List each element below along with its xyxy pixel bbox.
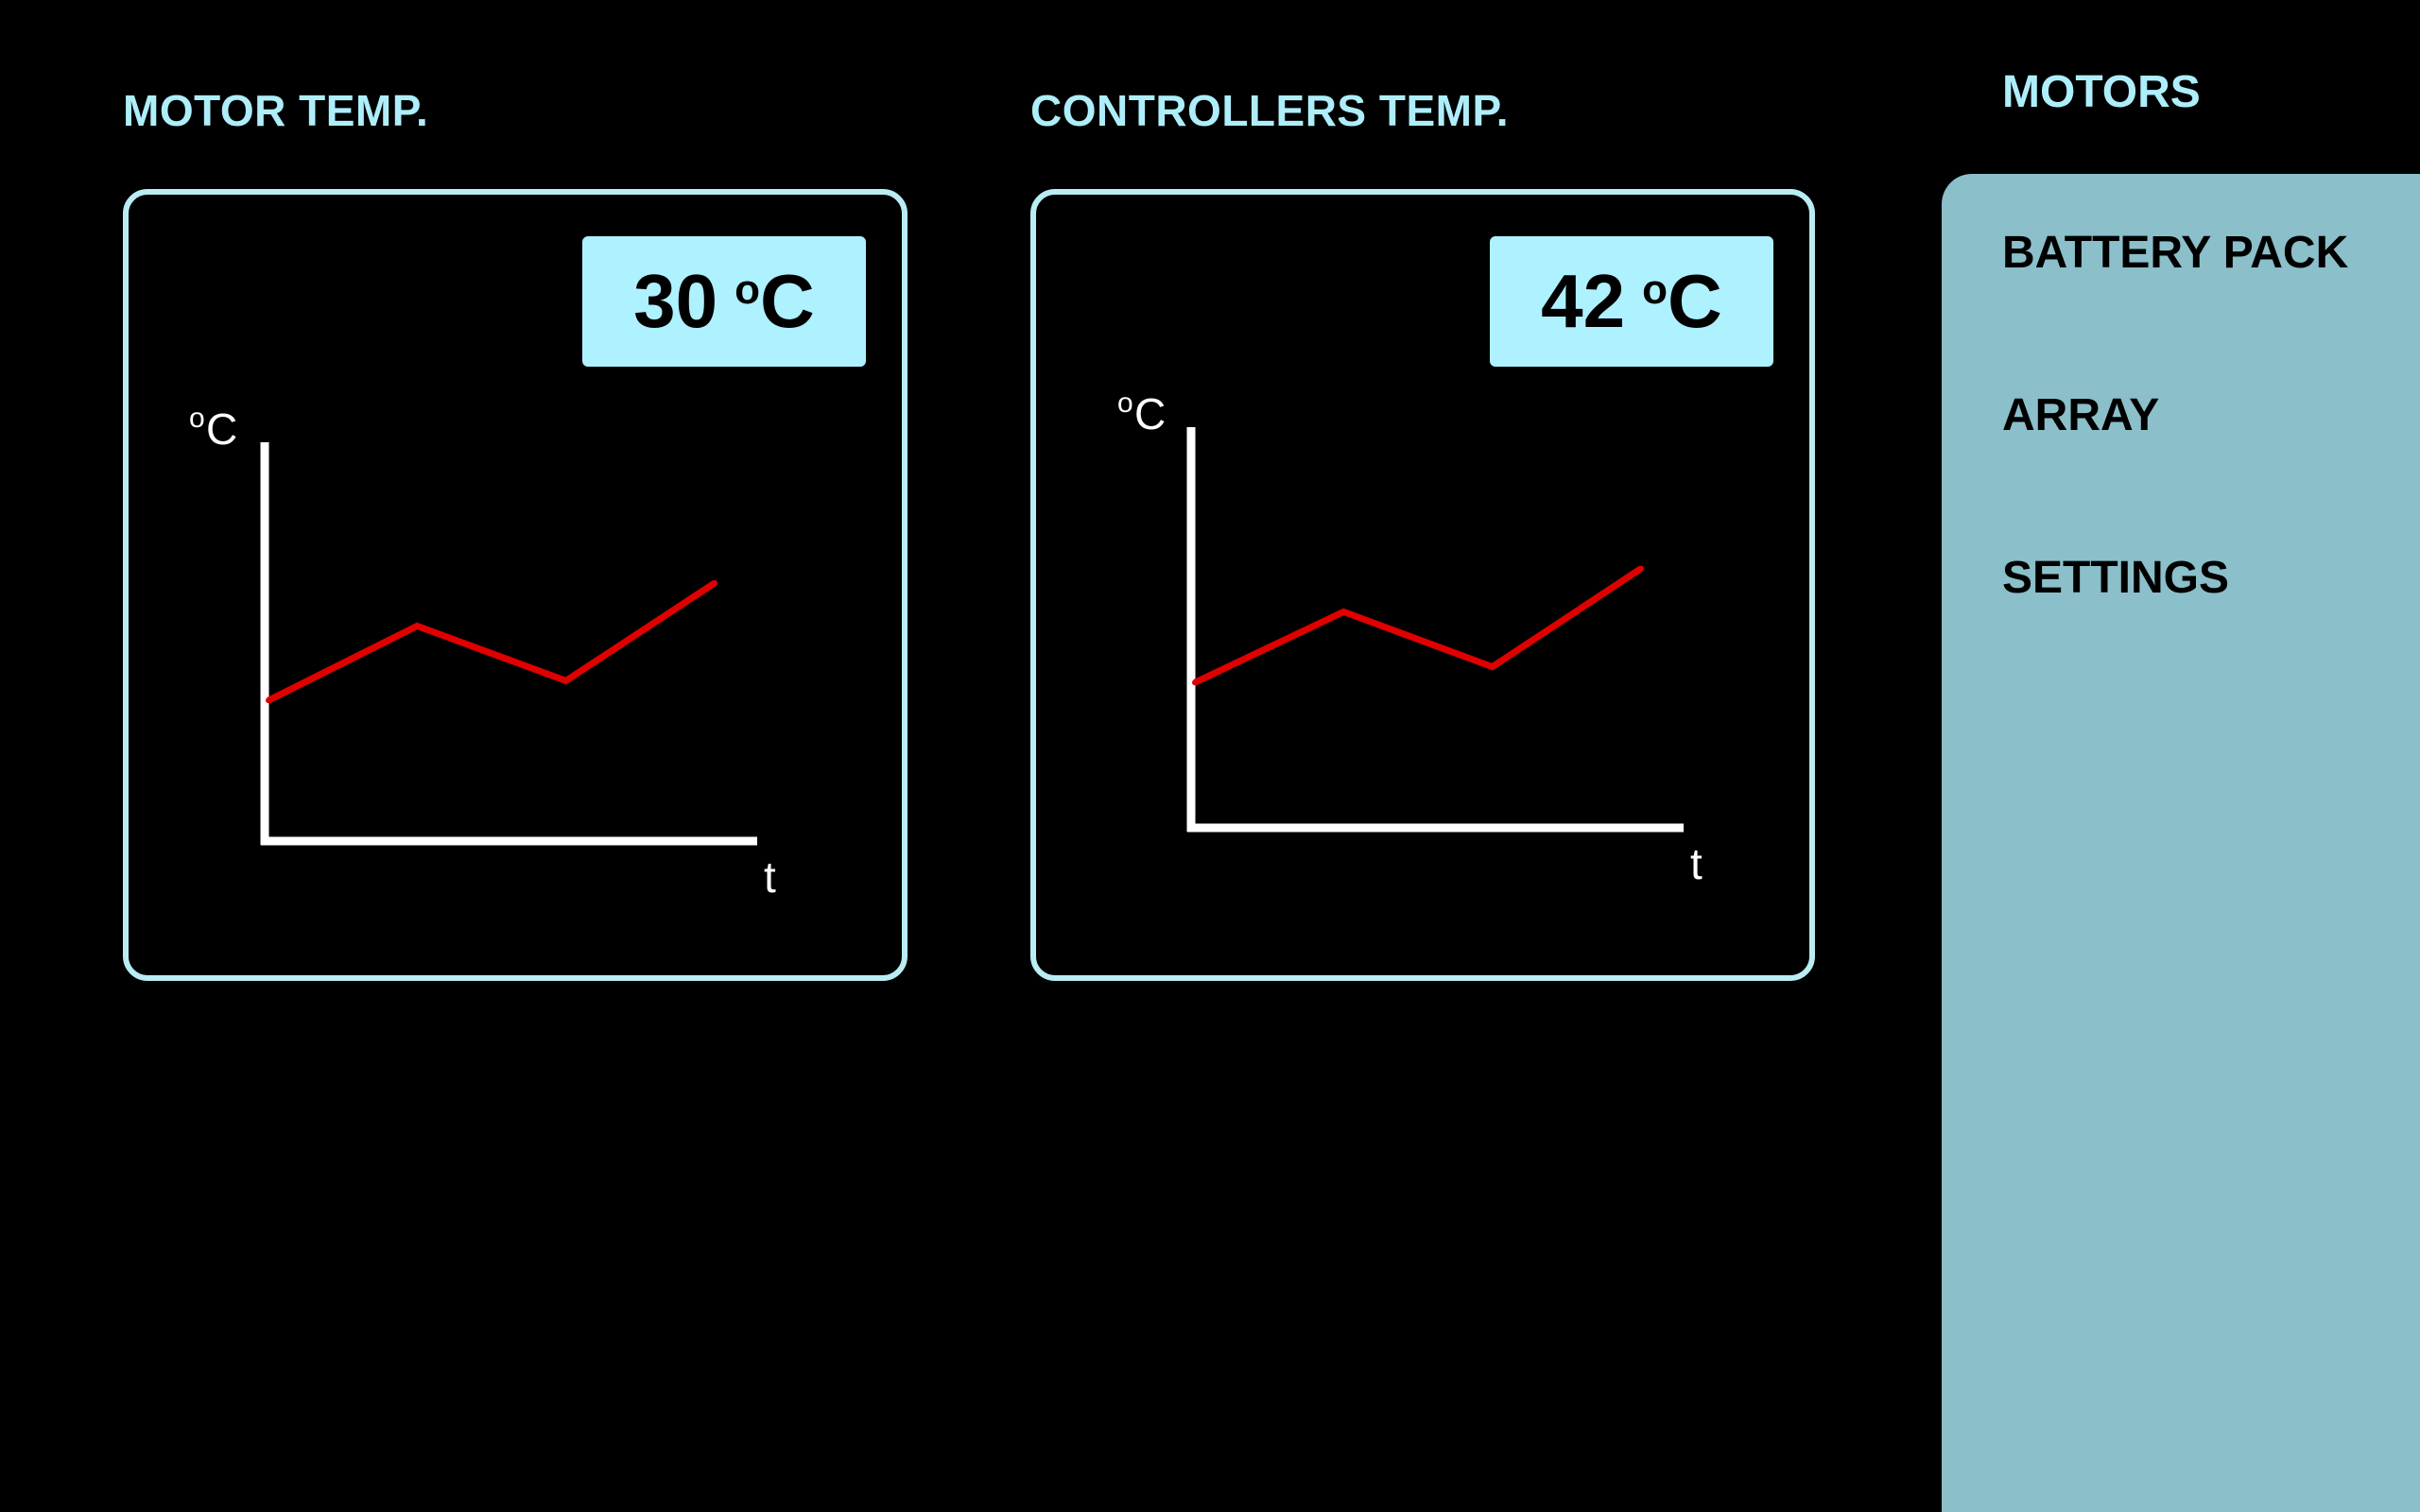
data-point [1489,663,1495,670]
data-point [712,579,717,586]
sidebar-item-settings[interactable]: SETTINGS [2002,552,2229,604]
data-point [1340,609,1347,615]
temperature-series-line [267,579,717,704]
sidebar-item-battery-pack[interactable]: BATTERY PACK [2002,227,2348,279]
x-axis-label: t [764,852,776,902]
data-point [1192,679,1198,686]
y-axis-label: C [1134,389,1166,438]
y-axis-degree: o [1117,387,1133,419]
motor-temp-chart: o C t [189,403,776,902]
data-point [1638,565,1644,572]
sidebar-tab-motors[interactable]: MOTORS [2002,66,2201,118]
sidebar-nav: BATTERY PACK ARRAY SETTINGS [1942,174,2420,1512]
data-point [266,697,271,704]
controllers-temp-title: CONTROLLERS TEMP. [1030,86,1510,135]
temperature-series-line [1193,565,1643,686]
x-axis-label: t [1690,839,1703,888]
data-point [562,678,569,684]
y-axis-label: C [206,404,237,454]
controllers-temp-chart: o C t [1117,387,1703,888]
data-point [414,623,421,629]
controllers-temp-card: 42 oC o C t [1030,189,1815,981]
motor-temp-title: MOTOR TEMP. [123,86,429,135]
sidebar-item-array[interactable]: ARRAY [2002,389,2159,441]
y-axis-degree: o [189,403,205,434]
motor-temp-card: 30 oC o C t [123,189,908,981]
